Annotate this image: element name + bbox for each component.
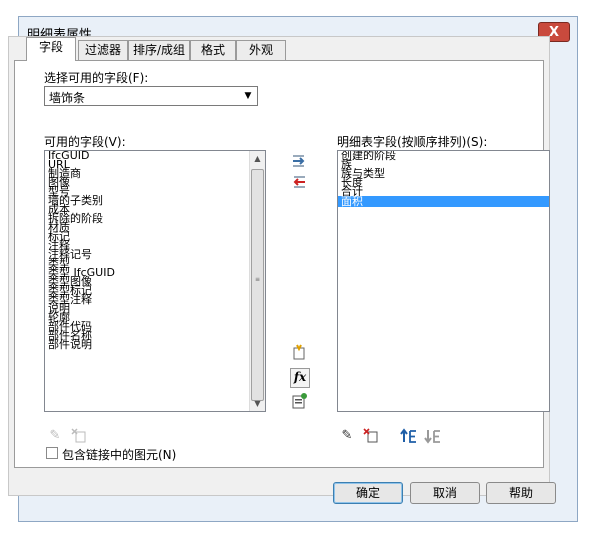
list-item[interactable]: 族与类型 (338, 168, 549, 179)
delete-parameter-icon[interactable] (70, 427, 88, 445)
edit-pencil-icon[interactable]: ✎ (46, 427, 64, 445)
include-linked-label: 包含链接中的图元(N) (62, 448, 177, 462)
move-down-icon[interactable] (424, 427, 442, 445)
ok-button[interactable]: 确定 (333, 482, 403, 504)
add-parameter-icon[interactable] (290, 343, 308, 361)
remove-field-icon[interactable] (290, 173, 308, 191)
move-up-icon[interactable] (400, 427, 418, 445)
add-field-icon[interactable] (290, 152, 308, 170)
list-item[interactable]: 注释记号 (45, 249, 265, 260)
list-item[interactable]: 标记 (45, 231, 265, 242)
list-item[interactable]: 面积 (338, 196, 549, 207)
available-fields-list[interactable]: IfcGUID URL 制造商 图像 型号 墙的子类别 成本 拆除的阶段 材质 标记 注释 注释记号类… (44, 150, 266, 412)
chevron-down-icon: ▼ (244, 91, 252, 101)
field-category-select[interactable]: 墙饰条 ▼ (44, 86, 258, 106)
include-linked-checkbox[interactable] (46, 447, 58, 459)
list-item[interactable]: 墙的子类别 (45, 195, 265, 206)
edit-pencil-icon[interactable]: ✎ (338, 427, 356, 445)
scroll-up-icon[interactable]: ▲ (250, 151, 265, 166)
scroll-thumb[interactable]: ≡ (251, 169, 264, 401)
list-item[interactable]: 类型注释 (45, 294, 265, 305)
select-fields-label: 选择可用的字段(F): (44, 71, 149, 85)
list-item[interactable]: 部件说明 (45, 339, 265, 350)
help-button[interactable]: 帮助 (486, 482, 556, 504)
list-item[interactable]: 创建的阶段 (338, 151, 549, 161)
available-fields-scrollbar[interactable]: ▲ ≡ ▼ (249, 151, 265, 411)
list-item[interactable]: 合计 (338, 186, 549, 197)
field-category-value: 墙饰条 (49, 91, 86, 105)
available-fields-label: 可用的字段(V): (44, 135, 126, 149)
list-item[interactable]: IfcGUID (45, 151, 265, 161)
scroll-down-icon[interactable]: ▼ (250, 396, 265, 411)
combine-parameters-icon[interactable] (290, 392, 308, 410)
scheduled-fields-list[interactable]: 创建的阶段族族与类型 长度 合计 面积 (337, 150, 550, 412)
list-item[interactable]: 制造商 (45, 168, 265, 179)
list-item[interactable]: 拆除的阶段 (45, 213, 265, 224)
delete-parameter-icon[interactable] (362, 427, 380, 445)
cancel-button[interactable]: 取消 (410, 482, 480, 504)
calculated-value-icon[interactable]: fx (290, 368, 310, 388)
grip-icon: ≡ (255, 276, 261, 283)
scheduled-fields-label: 明细表字段(按顺序排列)(S): (337, 135, 488, 149)
